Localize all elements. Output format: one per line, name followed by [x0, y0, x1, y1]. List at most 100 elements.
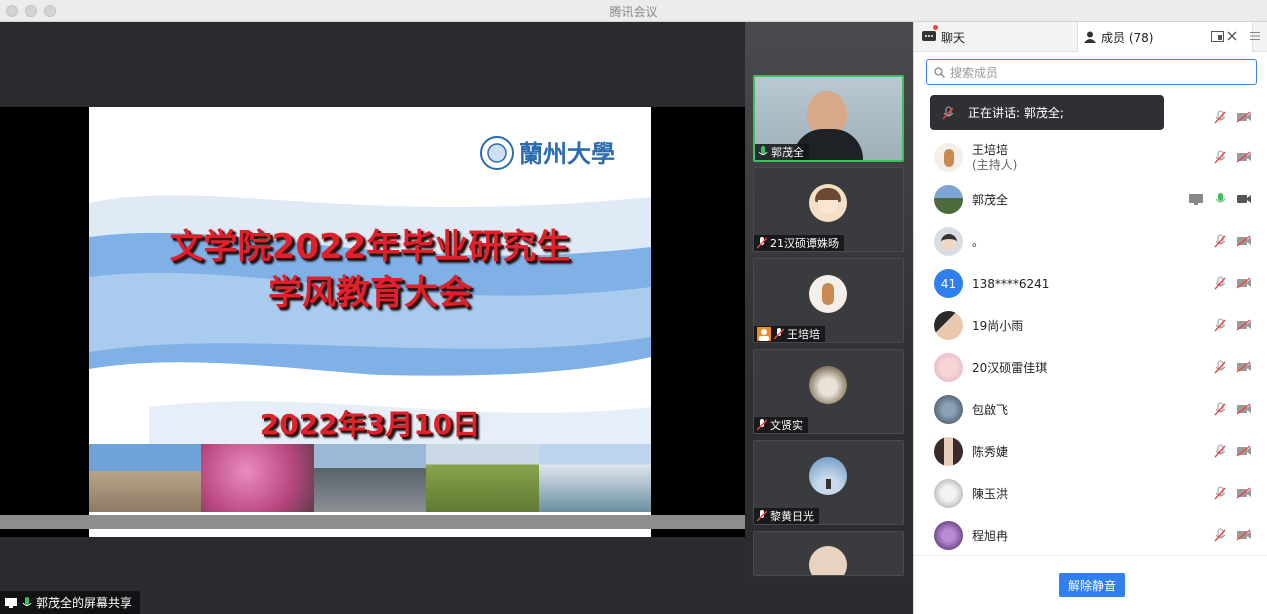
video-tile[interactable]: 文贤实	[753, 349, 904, 434]
tab-members-label: 成员 (78)	[1101, 30, 1154, 45]
video-tile[interactable]: 王培培	[753, 258, 904, 343]
mic-muted-icon[interactable]	[1214, 234, 1226, 248]
member-row[interactable]: 郭茂全	[914, 179, 1267, 221]
members-panel: 聊天 成员 (78) 搜索成员 正在讲话: 郭茂全; 王培培 (主持人) 郭茂全…	[913, 22, 1267, 614]
avatar	[809, 366, 847, 404]
video-tile[interactable]	[753, 531, 904, 576]
avatar	[809, 457, 847, 495]
member-row[interactable]: 19尚小雨	[914, 305, 1267, 347]
member-row[interactable]: 陳玉洪	[914, 473, 1267, 515]
slide-title-line-2: 学风教育大会	[268, 273, 472, 313]
campus-photo	[538, 444, 651, 512]
presentation-slide: 蘭州大學 文学院2022年毕业研究生 学风教育大会 2022年3月10日	[89, 107, 651, 537]
participant-name: 黎黄日光	[770, 510, 814, 523]
mic-muted-icon[interactable]	[1214, 276, 1226, 290]
screen-share-label-text: 郭茂全的屏幕共享	[36, 596, 133, 610]
camera-off-icon[interactable]	[1236, 445, 1252, 457]
member-row[interactable]: 41 138****6241	[914, 263, 1267, 305]
search-icon	[934, 66, 945, 78]
mic-muted-icon	[757, 237, 767, 249]
mic-muted-icon[interactable]	[1214, 318, 1226, 332]
campus-photo	[89, 444, 202, 512]
member-row[interactable]: 包啟飞	[914, 389, 1267, 431]
member-status-icons	[1214, 318, 1252, 332]
camera-off-icon[interactable]	[1236, 487, 1252, 499]
mic-muted-icon[interactable]	[1214, 110, 1226, 124]
member-row[interactable]: 20汉硕雷佳琪	[914, 347, 1267, 389]
search-placeholder: 搜索成员	[950, 65, 999, 80]
tab-chat[interactable]: 聊天	[922, 22, 965, 52]
member-name: 138****6241	[972, 263, 1049, 305]
person-icon	[1084, 31, 1096, 43]
camera-off-icon[interactable]	[1236, 111, 1252, 123]
menu-icon[interactable]	[1250, 31, 1260, 41]
member-name-text: 程旭冉	[972, 528, 1009, 543]
avatar: 41	[934, 269, 963, 298]
video-tile-label: 王培培	[754, 326, 825, 342]
video-tile[interactable]: 21汉硕谭姝旸	[753, 167, 904, 252]
mic-on-icon[interactable]	[1214, 192, 1226, 206]
member-status-icons	[1214, 486, 1252, 500]
campus-photo	[426, 444, 539, 512]
member-name: 19尚小雨	[972, 305, 1023, 347]
member-name-text: 郭茂全	[972, 192, 1009, 207]
mic-muted-icon[interactable]	[1214, 150, 1226, 164]
screen-share-icon	[5, 597, 17, 608]
avatar	[934, 311, 963, 340]
participant-name: 郭茂全	[771, 146, 804, 159]
member-name: 王培培 (主持人)	[972, 137, 1017, 179]
member-name: 陈秀婕	[972, 431, 1008, 473]
camera-off-icon[interactable]	[1236, 319, 1252, 331]
pop-out-icon[interactable]	[1211, 31, 1224, 43]
video-tile[interactable]: 郭茂全	[753, 75, 904, 162]
screen-share-label: 郭茂全的屏幕共享	[0, 591, 141, 614]
campus-photo	[201, 444, 314, 512]
member-name-text: 陳玉洪	[972, 486, 1009, 501]
close-icon[interactable]	[1227, 31, 1237, 41]
member-status-icons	[1214, 444, 1252, 458]
member-search-input[interactable]: 搜索成员	[926, 59, 1257, 85]
screen-share-icon	[1189, 193, 1203, 205]
avatar	[934, 395, 963, 424]
member-row[interactable]: 王培培 (主持人)	[914, 137, 1267, 179]
mic-muted-icon[interactable]	[1214, 486, 1226, 500]
member-name: 程旭冉	[972, 515, 1008, 557]
meeting-window: 腾讯会议 蘭州大學 文学院2022年毕业研究生 学风教育大会 2022年3月10…	[0, 0, 1267, 614]
mic-muted-icon[interactable]	[1214, 360, 1226, 374]
video-tile-label: 21汉硕谭姝旸	[754, 235, 844, 251]
member-status-icons	[1214, 150, 1252, 164]
member-status-icons	[1214, 110, 1252, 124]
member-name: 。	[972, 221, 984, 263]
camera-off-icon[interactable]	[1236, 151, 1252, 163]
tab-chat-label: 聊天	[941, 30, 966, 45]
member-row[interactable]: 。	[914, 221, 1267, 263]
mic-muted-icon[interactable]	[1214, 402, 1226, 416]
avatar	[809, 546, 847, 575]
unmute-all-button[interactable]: 解除静音	[1059, 573, 1125, 597]
camera-off-icon[interactable]	[1236, 235, 1252, 247]
mic-muted-icon	[774, 328, 784, 340]
video-tile[interactable]: 黎黄日光	[753, 440, 904, 525]
camera-off-icon[interactable]	[1236, 361, 1252, 373]
member-status-icons	[1214, 402, 1252, 416]
camera-off-icon[interactable]	[1236, 277, 1252, 289]
camera-on-icon[interactable]	[1236, 193, 1252, 205]
video-tile-column[interactable]: 郭茂全 21汉硕谭姝旸 王培培 文贤实 黎黄日光	[745, 22, 913, 614]
member-row[interactable]: 陈秀婕	[914, 431, 1267, 473]
mic-on-icon	[758, 146, 768, 155]
window-title: 腾讯会议	[609, 5, 658, 19]
mic-muted-icon[interactable]	[1214, 528, 1226, 542]
member-name-text: 王培培	[972, 143, 1009, 157]
chat-icon	[922, 31, 936, 41]
title-bar: 腾讯会议	[0, 0, 1267, 22]
active-speaker-text: 正在讲话: 郭茂全;	[968, 106, 1064, 120]
camera-off-icon[interactable]	[1236, 529, 1252, 541]
avatar	[934, 521, 963, 550]
avatar	[809, 184, 847, 222]
member-row[interactable]: 程旭冉	[914, 515, 1267, 557]
participant-name: 文贤实	[770, 419, 803, 432]
avatar	[934, 353, 963, 382]
mic-muted-icon[interactable]	[1214, 444, 1226, 458]
camera-off-icon[interactable]	[1236, 403, 1252, 415]
member-status-icons	[1214, 234, 1252, 248]
